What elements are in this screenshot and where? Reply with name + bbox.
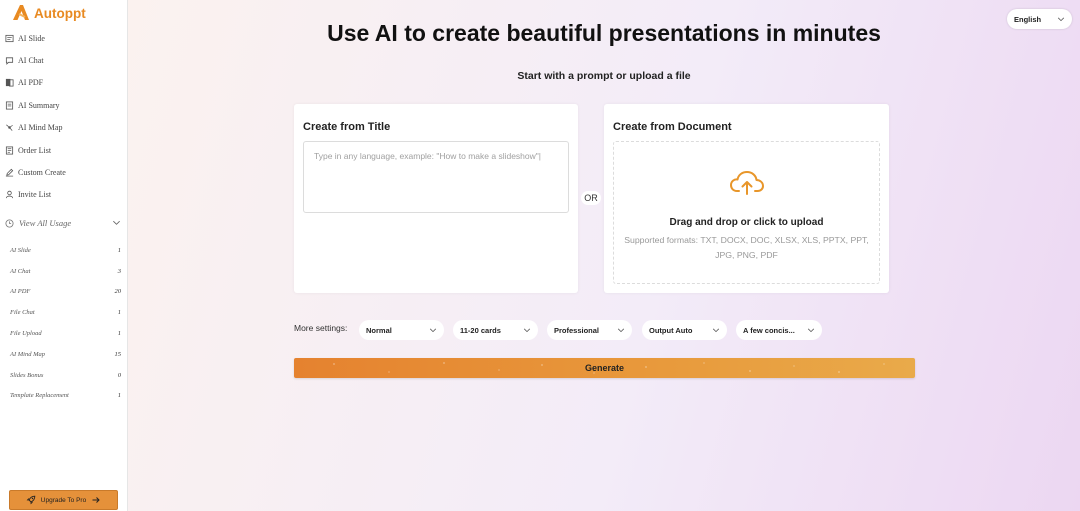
chat-icon xyxy=(5,57,14,65)
user-icon xyxy=(5,191,14,199)
sidebar-item-label: Custom Create xyxy=(18,168,66,178)
usage-list: AI Slide 1 AI Chat 3 AI PDF 20 File Chat 1 F… xyxy=(0,240,127,406)
settings-label: More settings: xyxy=(294,323,348,333)
usage-row-ai-mind-map: AI Mind Map 15 xyxy=(0,344,127,365)
sidebar-item-label: Order List xyxy=(18,145,52,155)
mindmap-icon xyxy=(6,124,13,132)
cloud-upload-icon xyxy=(730,171,764,195)
usage-value: 0 xyxy=(117,371,121,379)
card-title: Create from Title xyxy=(303,121,391,133)
usage-row-file-upload: File Upload 1 xyxy=(0,323,127,344)
usage-row-ai-pdf: AI PDF 20 xyxy=(0,282,127,303)
chevron-down-icon xyxy=(712,328,720,333)
summary-icon xyxy=(5,101,14,110)
usage-label: File Chat xyxy=(10,309,35,317)
select-value: 11-20 cards xyxy=(460,325,501,335)
arrow-right-icon xyxy=(92,497,100,503)
chevron-down-icon xyxy=(429,328,437,333)
usage-value: 20 xyxy=(114,288,122,296)
sidebar-item-order-list[interactable]: Order List xyxy=(0,139,127,161)
sidebar-item-label: Invite List xyxy=(18,190,52,200)
usage-value: 3 xyxy=(117,267,121,275)
chevron-down-icon xyxy=(113,220,120,225)
brand-logo[interactable]: Autoppt xyxy=(11,3,86,23)
brand-name: Autoppt xyxy=(34,5,86,21)
supported-formats: Supported formats: TXT, DOCX, DOC, XLSX,… xyxy=(624,235,869,260)
sidebar-item-label: AI Mind Map xyxy=(18,123,63,133)
usage-label: Slides Bonus xyxy=(10,371,44,379)
usage-title: View All Usage xyxy=(19,218,72,228)
usage-value: 1 xyxy=(117,330,121,338)
usage-label: AI PDF xyxy=(10,288,31,296)
sidebar-item-custom-create[interactable]: Custom Create xyxy=(0,161,127,183)
slide-icon xyxy=(5,34,14,42)
sidebar-item-invite-list[interactable]: Invite List xyxy=(0,184,127,206)
mode-select[interactable]: Normal xyxy=(359,320,444,340)
sidebar-item-label: AI Slide xyxy=(18,33,45,43)
usage-value: 1 xyxy=(117,246,121,254)
output-language-select[interactable]: Output Auto xyxy=(642,320,727,340)
text-density-select[interactable]: A few concis... xyxy=(736,320,822,340)
sidebar-item-ai-slide[interactable]: AI Slide xyxy=(0,27,127,49)
usage-label: File Upload xyxy=(10,330,42,338)
upgrade-to-pro-button[interactable]: Upgrade To Pro xyxy=(9,490,118,510)
sidebar-item-ai-chat[interactable]: AI Chat xyxy=(0,49,127,71)
chevron-down-icon xyxy=(617,328,625,333)
rocket-icon xyxy=(26,495,36,505)
sidebar-item-ai-mind-map[interactable]: AI Mind Map xyxy=(0,117,127,139)
dropzone-title: Drag and drop or click to upload xyxy=(669,217,824,228)
pen-icon xyxy=(5,168,14,177)
usage-label: AI Mind Map xyxy=(10,350,46,358)
create-from-document-card: Create from Document Drag and drop or cl… xyxy=(604,104,889,293)
sidebar-item-ai-pdf[interactable]: AI PDF xyxy=(0,72,127,94)
create-from-title-card: Create from Title xyxy=(294,104,578,293)
usage-value: 1 xyxy=(117,392,121,400)
page-title: Use AI to create beautiful presentations… xyxy=(327,20,881,46)
file-dropzone[interactable]: Drag and drop or click to upload Support… xyxy=(613,141,880,284)
autoppt-logo-icon xyxy=(13,5,29,20)
sidebar: Autoppt AI Slide AI Chat AI PDF AI Summa… xyxy=(0,0,128,511)
order-icon xyxy=(5,146,14,155)
chevron-down-icon xyxy=(523,328,531,333)
title-prompt-input[interactable] xyxy=(303,141,569,213)
clock-icon xyxy=(5,218,14,228)
sidebar-nav: AI Slide AI Chat AI PDF AI Summary AI Mi… xyxy=(0,27,127,206)
generate-label: Generate xyxy=(584,363,625,373)
usage-label: AI Slide xyxy=(10,246,31,254)
usage-row-template-replacement: Template Replacement 1 xyxy=(0,386,127,407)
page-subtitle: Start with a prompt or upload a file xyxy=(517,70,691,82)
pdf-icon xyxy=(5,79,14,87)
usage-row-file-chat: File Chat 1 xyxy=(0,302,127,323)
view-all-usage-toggle[interactable]: View All Usage xyxy=(0,213,127,233)
or-divider: OR xyxy=(581,191,601,205)
select-value: Professional xyxy=(554,325,600,335)
tone-select[interactable]: Professional xyxy=(547,320,632,340)
chevron-down-icon xyxy=(807,328,815,333)
select-value: A few concis... xyxy=(743,325,795,335)
usage-value: 1 xyxy=(117,309,121,317)
main-area: English Use AI to create beautiful prese… xyxy=(128,0,1080,511)
card-title: Create from Document xyxy=(613,121,732,133)
select-value: Output Auto xyxy=(649,325,693,335)
cards-count-select[interactable]: 11-20 cards xyxy=(453,320,538,340)
usage-row-ai-chat: AI Chat 3 xyxy=(0,261,127,282)
usage-value: 15 xyxy=(114,350,122,358)
usage-row-slides-bonus: Slides Bonus 0 xyxy=(0,365,127,386)
usage-row-ai-slide: AI Slide 1 xyxy=(0,240,127,261)
sidebar-item-label: AI Summary xyxy=(18,100,60,110)
select-value: Normal xyxy=(366,325,392,335)
usage-label: Template Replacement xyxy=(10,392,69,400)
generate-button[interactable]: Generate xyxy=(294,358,915,378)
sidebar-item-label: AI PDF xyxy=(18,78,44,88)
upgrade-label: Upgrade To Pro xyxy=(40,496,87,504)
usage-label: AI Chat xyxy=(10,267,31,275)
sidebar-item-ai-summary[interactable]: AI Summary xyxy=(0,94,127,116)
sidebar-item-label: AI Chat xyxy=(18,56,44,66)
